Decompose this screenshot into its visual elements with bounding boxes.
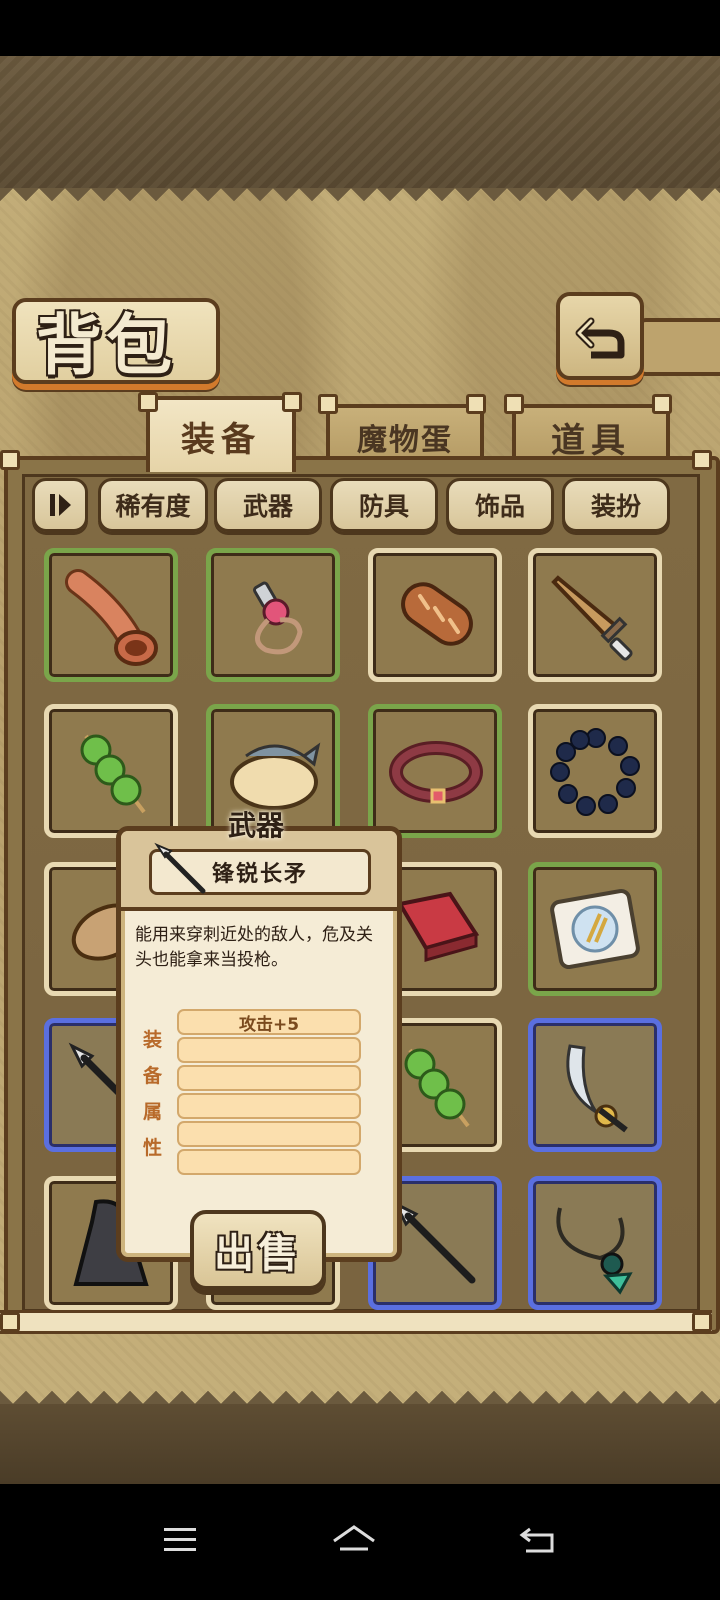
attributes-label-char: 属 [143, 1101, 163, 1123]
filter-rarity-button[interactable]: 稀有度 [98, 478, 208, 532]
sort-toggle-button[interactable] [32, 478, 88, 532]
tab-label: 装备 [181, 419, 261, 460]
inventory-slot[interactable] [528, 862, 662, 996]
filter-label: 装扮 [590, 492, 641, 521]
tab-label: 道具 [551, 420, 631, 461]
back-arrow-icon [575, 317, 625, 359]
back-button[interactable] [556, 292, 644, 380]
inventory-slot[interactable] [368, 548, 502, 682]
tab-corner-knob [318, 394, 338, 414]
filter-label: 防具 [358, 492, 409, 521]
filter-label: 稀有度 [115, 492, 191, 521]
tab-label: 魔物蛋 [357, 423, 453, 458]
filter-accessory-button[interactable]: 饰品 [446, 478, 554, 532]
attribute-slot [177, 1121, 361, 1147]
tab-corner-knob [466, 394, 486, 414]
spear-icon [154, 842, 206, 894]
nav-home-button[interactable] [324, 1514, 384, 1566]
top-decor-band [0, 56, 720, 191]
bread-icon [401, 582, 473, 646]
inventory-slot[interactable] [44, 704, 178, 838]
attribute-slot: 攻击+5 [177, 1009, 361, 1035]
inventory-slot[interactable] [206, 548, 340, 682]
attribute-slot [177, 1093, 361, 1119]
whistle-icon [253, 581, 303, 655]
wheat-plate-icon [550, 888, 640, 970]
panel-corner-knob [692, 450, 712, 470]
torn-edge-bottom [0, 1374, 720, 1404]
scimitar-icon [566, 1044, 628, 1133]
panel-corner-knob [692, 1312, 712, 1332]
back-nav-icon [519, 1527, 554, 1553]
page-title: 背包 [36, 307, 176, 384]
attributes-label-char: 装 [143, 1029, 163, 1051]
tab-corner-knob [652, 394, 672, 414]
horn-icon [65, 569, 158, 666]
inventory-slot[interactable] [368, 704, 502, 838]
filter-weapon-button[interactable]: 武器 [214, 478, 322, 532]
panel-corner-knob [0, 1312, 20, 1332]
tab-corner-knob [138, 392, 158, 412]
item-detail-tooltip: 锋锐长矛 能用来穿刺近处的敌人，危及关头也能拿来当投枪。 装 备 属 性 攻击+… [116, 826, 402, 1262]
nav-menu-button[interactable] [150, 1514, 210, 1566]
attribute-slot [177, 1149, 361, 1175]
filter-label: 武器 [242, 492, 293, 521]
back-button-rail [636, 318, 720, 376]
attribute-slot [177, 1065, 361, 1091]
item-name: 锋锐长矛 [211, 862, 308, 887]
panel-corner-knob [0, 450, 20, 470]
veggie-skewer-icon [80, 734, 146, 814]
status-bar [0, 0, 720, 56]
inventory-slot[interactable] [528, 1018, 662, 1152]
wooden-sword-icon [551, 575, 633, 661]
menu-icon [164, 1528, 196, 1551]
sort-toggle-icon [50, 494, 71, 516]
item-description: 能用来穿刺近处的敌人，危及关头也能拿来当投枪。 [135, 925, 373, 970]
nav-back-button[interactable] [508, 1514, 568, 1566]
tab-corner-knob [504, 394, 524, 414]
inventory-slot[interactable] [528, 704, 662, 838]
tab-corner-knob [282, 392, 302, 412]
collar-icon [389, 741, 483, 804]
sell-label: 出售 [214, 1231, 302, 1277]
inventory-slot[interactable] [528, 1176, 662, 1310]
filter-armor-button[interactable]: 防具 [330, 478, 438, 532]
system-nav-bar [0, 1484, 720, 1600]
bottom-decor-band [0, 1404, 720, 1484]
sell-button[interactable]: 出售 [190, 1210, 326, 1290]
home-icon [333, 1525, 375, 1551]
tab-equipment[interactable]: 装备 [146, 396, 296, 472]
attribute-slot [177, 1037, 361, 1063]
inventory-slot[interactable] [44, 548, 178, 682]
inventory-slot[interactable] [528, 548, 662, 682]
torn-edge-top [0, 188, 720, 228]
tooltip-category: 武器 [227, 809, 284, 842]
bead-bracelet-icon [550, 728, 640, 816]
spider-pendant-icon [556, 1207, 633, 1295]
filter-label: 饰品 [474, 492, 525, 521]
panel-bottom-rule [0, 1310, 712, 1334]
attributes-label-char: 性 [143, 1137, 163, 1159]
attributes-label-char: 备 [143, 1065, 163, 1087]
filter-costume-button[interactable]: 装扮 [562, 478, 670, 532]
